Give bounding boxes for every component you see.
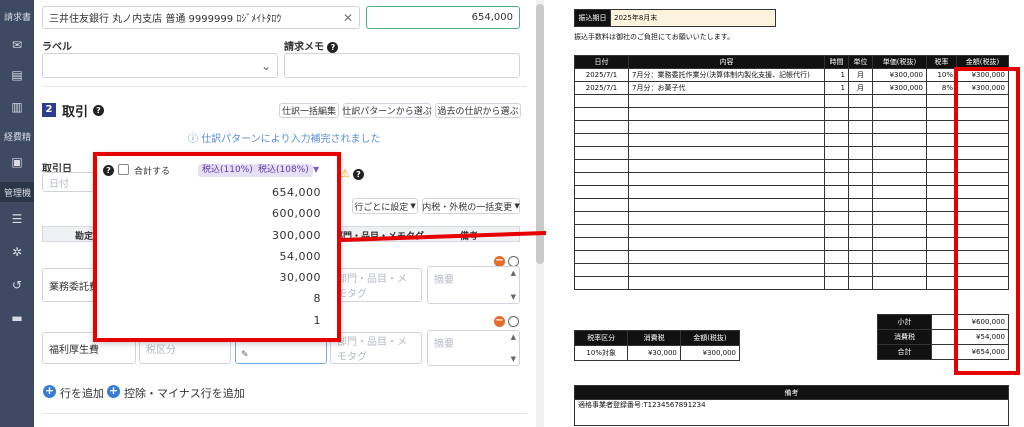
item-rate: 10% (926, 68, 957, 82)
empty-row (574, 263, 1009, 277)
item-rate: 8% (926, 81, 957, 95)
header-qty: 時間 (824, 55, 849, 69)
tax-category-header: 税率区分 (573, 330, 629, 346)
item-description: 7月分：業務委託作業分(決算体制内製化支援、記帳代行) (628, 68, 825, 82)
tax-amount-header: 消費税 (627, 330, 681, 346)
empty-row (574, 237, 1009, 251)
tax-amount-value: ¥30,000 (627, 345, 681, 361)
table-row: 2025/7/1 7月分：業務委託作業分(決算体制内製化支援、記帳代行) 1 月… (574, 68, 1009, 82)
total-label: 合計 (877, 344, 932, 360)
empty-row (574, 159, 1009, 173)
item-price: ¥300,000 (872, 68, 927, 82)
due-date-table: 振込期日 2025年8月末 (574, 9, 776, 27)
item-unit: 月 (848, 68, 873, 82)
empty-row (574, 120, 1009, 134)
empty-row (574, 94, 1009, 108)
amount-highlight-box (954, 67, 1020, 375)
header-description: 内容 (628, 55, 825, 69)
item-date: 2025/7/1 (574, 81, 629, 95)
subtotal-label: 小計 (877, 314, 932, 330)
empty-row (574, 250, 1009, 264)
empty-row (574, 133, 1009, 147)
table-row: 2025/7/1 7月分：お菓子代 1 月 ¥300,000 8% ¥300,0… (574, 81, 1009, 95)
items-table: 日付 内容 時間 単位 単価(税抜) 税率 金額(税抜) 2025/7/1 7月… (574, 55, 1009, 290)
empty-row (574, 146, 1009, 160)
registration-number: 適格事業者登録番号:T1234567891234 (574, 399, 1009, 426)
due-value: 2025年8月末 (610, 9, 776, 27)
tax-base-value: ¥300,000 (679, 345, 741, 361)
empty-row (574, 211, 1009, 225)
header-rate: 税率 (926, 55, 957, 69)
empty-row (574, 224, 1009, 238)
due-label: 振込期日 (574, 9, 611, 27)
remarks-header: 備考 (574, 385, 1009, 400)
tax-base-header: 金額(税抜) (679, 330, 741, 346)
item-date: 2025/7/1 (574, 68, 629, 82)
remarks-table: 備考 適格事業者登録番号:T1234567891234 (574, 385, 1009, 426)
empty-row (574, 107, 1009, 121)
header-date: 日付 (574, 55, 629, 69)
empty-row (574, 172, 1009, 186)
item-qty: 1 (824, 81, 849, 95)
tax-category-value: 10%対象 (573, 345, 629, 361)
empty-row (574, 185, 1009, 199)
tax-category-table: 税率区分 消費税 金額(税抜) 10%対象 ¥30,000 ¥300,000 (573, 330, 741, 361)
header-unit: 単位 (848, 55, 873, 69)
header-price: 単価(税抜) (872, 55, 927, 69)
item-unit: 月 (848, 81, 873, 95)
empty-row (574, 198, 1009, 212)
item-qty: 1 (824, 68, 849, 82)
fee-note: 振込手数料は御社のご負担にてお願いいたします。 (574, 33, 735, 41)
empty-row (574, 276, 1009, 290)
tax-label: 消費税 (877, 329, 932, 345)
item-description: 7月分：お菓子代 (628, 81, 825, 95)
item-price: ¥300,000 (872, 81, 927, 95)
items-header-row: 日付 内容 時間 単位 単価(税抜) 税率 金額(税抜) (574, 55, 1009, 69)
